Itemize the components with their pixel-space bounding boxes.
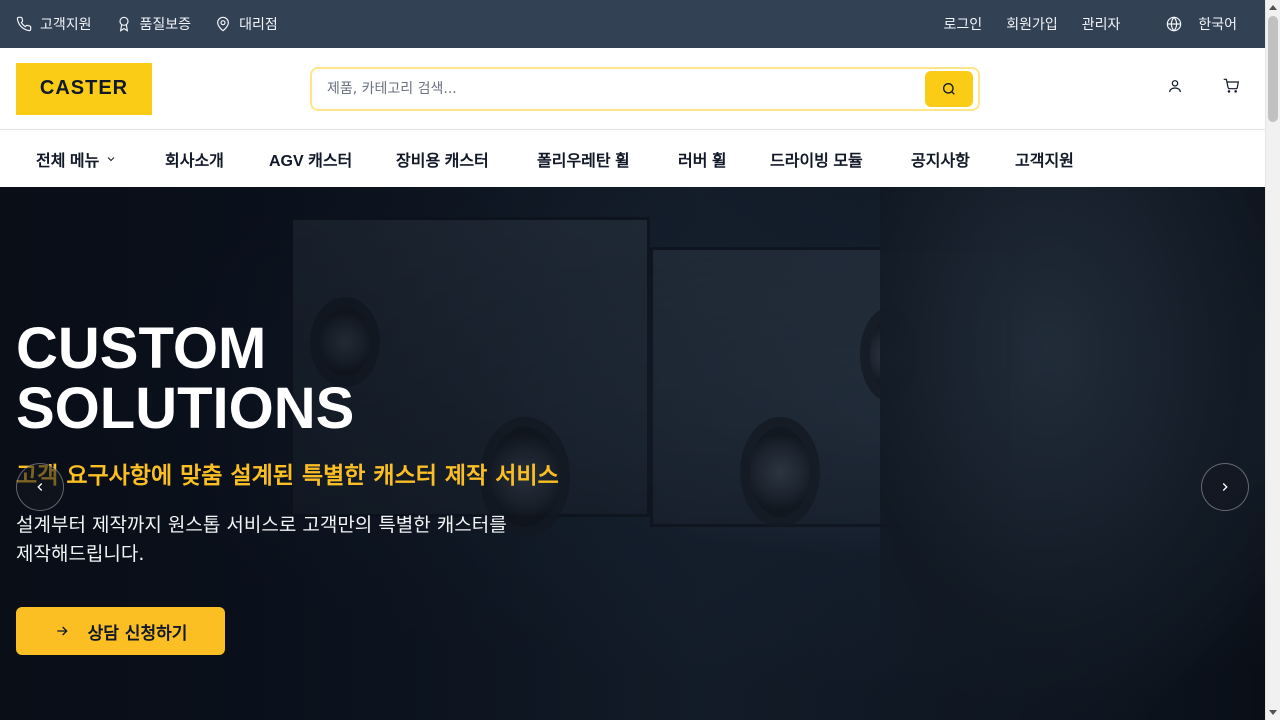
consult-request-button[interactable]: 상담 신청하기: [16, 607, 225, 655]
topbar-link-label: 품질보증: [139, 17, 192, 33]
nav-item-agv-caster[interactable]: AGV 캐스터: [269, 147, 396, 171]
nav-item-label: 러버 휠: [678, 152, 727, 170]
topbar-link-dealer[interactable]: 대리점: [215, 14, 278, 34]
nav-all-menu-label: 전체 메뉴: [36, 152, 100, 170]
map-pin-icon: [217, 16, 229, 32]
award-icon: [118, 16, 129, 32]
hero-subtitle: 고객 요구사항에 맞춤 설계된 특별한 캐스터 제작 서비스: [16, 463, 559, 489]
scroll-up-arrow[interactable]: [1269, 5, 1277, 10]
topbar-link-support[interactable]: 고객지원: [16, 14, 92, 34]
search-bar: [310, 67, 980, 111]
search-input[interactable]: [327, 81, 978, 97]
nav-item-label: AGV 캐스터: [269, 152, 353, 170]
nav-item-label: 회사소개: [165, 152, 224, 170]
hero-title-line: CUSTOM: [16, 316, 267, 381]
scrollbar-thumb[interactable]: [1268, 16, 1278, 122]
hero-description: 설계부터 제작까지 원스톱 서비스로 고객만의 특별한 캐스터를 제작해드립니다…: [16, 514, 507, 565]
hero-title: CUSTOM SOLUTIONS: [16, 319, 616, 439]
signup-label: 회원가입: [1006, 17, 1058, 33]
topbar-link-label: 고객지원: [40, 17, 92, 33]
nav-item-driving-module[interactable]: 드라이빙 모듈: [770, 147, 911, 171]
scroll-down-arrow[interactable]: [1269, 710, 1277, 715]
nav-item-polyurethane-wheel[interactable]: 폴리우레탄 휠: [537, 147, 678, 171]
phone-icon: [16, 16, 32, 32]
topbar-left-group: 고객지원 품질보증 대리점: [16, 14, 278, 34]
nav-item-label: 드라이빙 모듈: [770, 152, 863, 170]
nav-item-notice[interactable]: 공지사항: [911, 147, 1015, 171]
language-selector[interactable]: 한국어: [1166, 14, 1237, 34]
header-icons: [1167, 78, 1239, 94]
page-scrollbar[interactable]: [1265, 0, 1280, 720]
chevron-down-icon: [107, 156, 115, 161]
slider-prev-button[interactable]: [16, 463, 64, 511]
topbar-right-group: 로그인 회원가입 관리자 한국어: [944, 14, 1249, 34]
user-icon[interactable]: [1167, 78, 1183, 94]
cta-label: 상담 신청하기: [87, 623, 188, 644]
chevron-right-icon: [1222, 483, 1228, 491]
arrow-right-icon: [56, 626, 68, 636]
top-utility-bar: 고객지원 품질보증 대리점 로그인 회원가입 관리자 한국어: [0, 0, 1265, 48]
nav-item-equipment-caster[interactable]: 장비용 캐스터: [396, 147, 537, 171]
search-button[interactable]: [925, 71, 973, 107]
nav-item-company[interactable]: 회사소개: [165, 147, 269, 171]
nav-item-label: 고객지원: [1015, 152, 1074, 170]
globe-icon: [1167, 16, 1182, 32]
nav-item-support[interactable]: 고객지원: [1015, 147, 1074, 171]
slider-next-button[interactable]: [1201, 463, 1249, 511]
main-nav: 전체 메뉴 회사소개 AGV 캐스터 장비용 캐스터 폴리우레탄 휠 러버 휠 …: [0, 130, 1265, 187]
site-header: CASTER: [0, 48, 1265, 130]
login-link[interactable]: 로그인: [944, 14, 983, 34]
topbar-link-label: 대리점: [239, 17, 278, 33]
nav-item-label: 폴리우레탄 휠: [537, 152, 630, 170]
chevron-left-icon: [37, 483, 43, 491]
admin-label: 관리자: [1081, 17, 1121, 33]
topbar-link-quality[interactable]: 품질보증: [116, 14, 192, 34]
nav-item-rubber-wheel[interactable]: 러버 휠: [678, 147, 770, 171]
login-label: 로그인: [943, 17, 983, 33]
admin-link[interactable]: 관리자: [1082, 14, 1121, 34]
hero-title-line: SOLUTIONS: [16, 376, 355, 441]
nav-all-menu[interactable]: 전체 메뉴: [36, 147, 165, 171]
nav-item-label: 장비용 캐스터: [396, 152, 489, 170]
site-logo[interactable]: CASTER: [16, 62, 152, 115]
language-label: 한국어: [1198, 17, 1237, 33]
nav-item-label: 공지사항: [911, 152, 970, 170]
search-icon: [943, 83, 955, 95]
signup-link[interactable]: 회원가입: [1006, 14, 1058, 34]
hero-banner: CUSTOM SOLUTIONS 고객 요구사항에 맞춤 설계된 특별한 캐스터…: [0, 187, 1265, 720]
cart-icon[interactable]: [1223, 78, 1239, 94]
